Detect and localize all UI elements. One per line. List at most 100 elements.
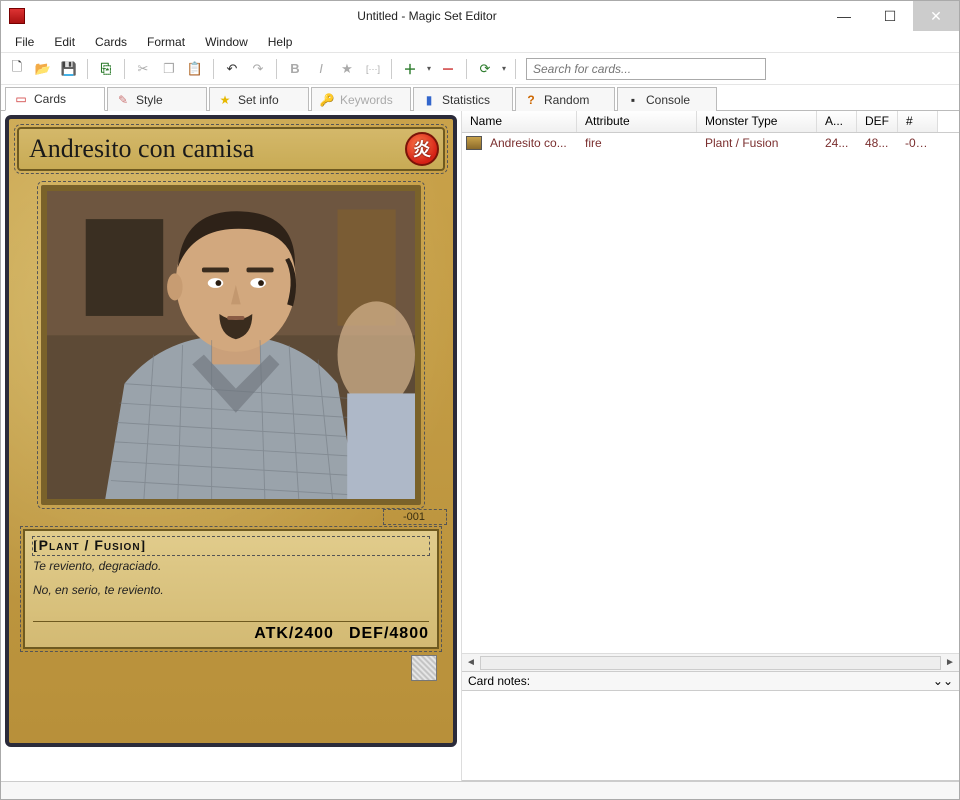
separator xyxy=(391,59,392,79)
tab-label: Set info xyxy=(238,93,279,107)
menu-edit[interactable]: Edit xyxy=(44,33,85,51)
copy-button[interactable] xyxy=(157,57,181,81)
window-title: Untitled - Magic Set Editor xyxy=(33,9,821,23)
card-name-field[interactable]: Andresito con camisa 炎 xyxy=(17,127,445,171)
export-button[interactable] xyxy=(94,57,118,81)
scroll-left-icon[interactable]: ◄ xyxy=(462,657,480,668)
separator xyxy=(213,59,214,79)
separator xyxy=(87,59,88,79)
card-preview[interactable]: Andresito con camisa 炎 xyxy=(5,115,457,747)
console-icon xyxy=(626,93,640,107)
tab-label: Random xyxy=(544,93,589,107)
flavor-text[interactable]: Te reviento, degraciado. No, en serio, t… xyxy=(33,559,429,607)
cell-name: Andresito co... xyxy=(482,136,577,150)
brush-icon xyxy=(116,93,130,107)
undo-button[interactable] xyxy=(220,57,244,81)
tab-label: Statistics xyxy=(442,93,490,107)
list-header: Name Attribute Monster Type A... DEF # xyxy=(462,111,959,133)
toolbar: ▾ ▾ xyxy=(1,53,959,85)
col-number[interactable]: # xyxy=(898,111,938,132)
card-thumb-icon xyxy=(466,136,482,150)
tab-cards[interactable]: Cards xyxy=(5,87,105,111)
set-number-field[interactable]: -001 xyxy=(385,511,445,523)
list-body[interactable]: Andresito co... fire Plant / Fusion 24..… xyxy=(462,133,959,653)
atk-def-line[interactable]: ATK/2400 DEF/4800 xyxy=(33,621,429,643)
card-text-box[interactable]: Plant / Fusion Te reviento, degraciado. … xyxy=(23,529,439,649)
horizontal-scrollbar[interactable]: ◄ ► xyxy=(462,653,959,671)
separator xyxy=(124,59,125,79)
random-icon xyxy=(524,93,538,107)
app-icon xyxy=(9,8,25,24)
tab-random[interactable]: Random xyxy=(515,87,615,111)
titlebar: Untitled - Magic Set Editor — ☐ ✕ xyxy=(1,1,959,31)
statusbar xyxy=(1,781,959,799)
reminder-button[interactable] xyxy=(361,57,385,81)
menu-help[interactable]: Help xyxy=(258,33,303,51)
tab-label: Style xyxy=(136,93,163,107)
separator xyxy=(276,59,277,79)
save-button[interactable] xyxy=(57,57,81,81)
notes-label: Card notes: xyxy=(468,674,530,688)
redo-button[interactable] xyxy=(246,57,270,81)
chart-icon xyxy=(422,93,436,107)
tab-keywords[interactable]: Keywords xyxy=(311,87,411,111)
col-monster-type[interactable]: Monster Type xyxy=(697,111,817,132)
tab-set-info[interactable]: Set info xyxy=(209,87,309,111)
add-card-button[interactable] xyxy=(398,57,422,81)
star-icon xyxy=(218,93,232,107)
attribute-badge[interactable]: 炎 xyxy=(405,132,439,166)
tabs: Cards Style Set info Keywords Statistics… xyxy=(1,85,959,111)
italic-button[interactable] xyxy=(309,57,333,81)
tab-label: Cards xyxy=(34,92,66,106)
col-def[interactable]: DEF xyxy=(857,111,898,132)
card-preview-pane: Andresito con camisa 炎 xyxy=(1,111,461,781)
paste-button[interactable] xyxy=(183,57,207,81)
card-list-pane: Name Attribute Monster Type A... DEF # A… xyxy=(461,111,959,781)
notes-input[interactable] xyxy=(462,691,959,781)
menubar: File Edit Cards Format Window Help xyxy=(1,31,959,53)
scroll-right-icon[interactable]: ► xyxy=(941,657,959,668)
cards-icon xyxy=(14,92,28,106)
card-name-text: Andresito con camisa xyxy=(29,134,405,164)
list-row[interactable]: Andresito co... fire Plant / Fusion 24..… xyxy=(462,133,959,153)
chevron-down-icon[interactable]: ⌄⌄ xyxy=(933,674,953,688)
tab-statistics[interactable]: Statistics xyxy=(413,87,513,111)
add-card-dropdown[interactable]: ▾ xyxy=(424,64,434,73)
symbol-button[interactable] xyxy=(335,57,359,81)
card-art[interactable] xyxy=(41,185,421,505)
separator xyxy=(515,59,516,79)
new-button[interactable] xyxy=(5,57,29,81)
separator xyxy=(466,59,467,79)
cell-attribute: fire xyxy=(577,136,697,150)
type-line[interactable]: Plant / Fusion xyxy=(33,537,429,555)
cut-button[interactable] xyxy=(131,57,155,81)
menu-file[interactable]: File xyxy=(5,33,44,51)
fire-icon: 炎 xyxy=(413,136,431,162)
col-attribute[interactable]: Attribute xyxy=(577,111,697,132)
tab-label: Keywords xyxy=(340,93,393,107)
key-icon xyxy=(320,93,334,107)
close-button[interactable]: ✕ xyxy=(913,1,959,31)
col-atk[interactable]: A... xyxy=(817,111,857,132)
rotate-button[interactable] xyxy=(473,57,497,81)
cell-type: Plant / Fusion xyxy=(697,136,817,150)
menu-cards[interactable]: Cards xyxy=(85,33,137,51)
maximize-button[interactable]: ☐ xyxy=(867,1,913,31)
menu-format[interactable]: Format xyxy=(137,33,195,51)
hologram-icon xyxy=(411,655,437,681)
rotate-dropdown[interactable]: ▾ xyxy=(499,64,509,73)
tab-console[interactable]: Console xyxy=(617,87,717,111)
cell-def: 48... xyxy=(857,136,897,150)
remove-card-button[interactable] xyxy=(436,57,460,81)
search-input[interactable] xyxy=(526,58,766,80)
scroll-track[interactable] xyxy=(480,656,941,670)
menu-window[interactable]: Window xyxy=(195,33,258,51)
tab-style[interactable]: Style xyxy=(107,87,207,111)
open-button[interactable] xyxy=(31,57,55,81)
notes-header[interactable]: Card notes: ⌄⌄ xyxy=(462,671,959,691)
minimize-button[interactable]: — xyxy=(821,1,867,31)
col-name[interactable]: Name xyxy=(462,111,577,132)
bold-button[interactable] xyxy=(283,57,307,81)
cell-atk: 24... xyxy=(817,136,857,150)
cell-number: -001 xyxy=(897,136,937,150)
